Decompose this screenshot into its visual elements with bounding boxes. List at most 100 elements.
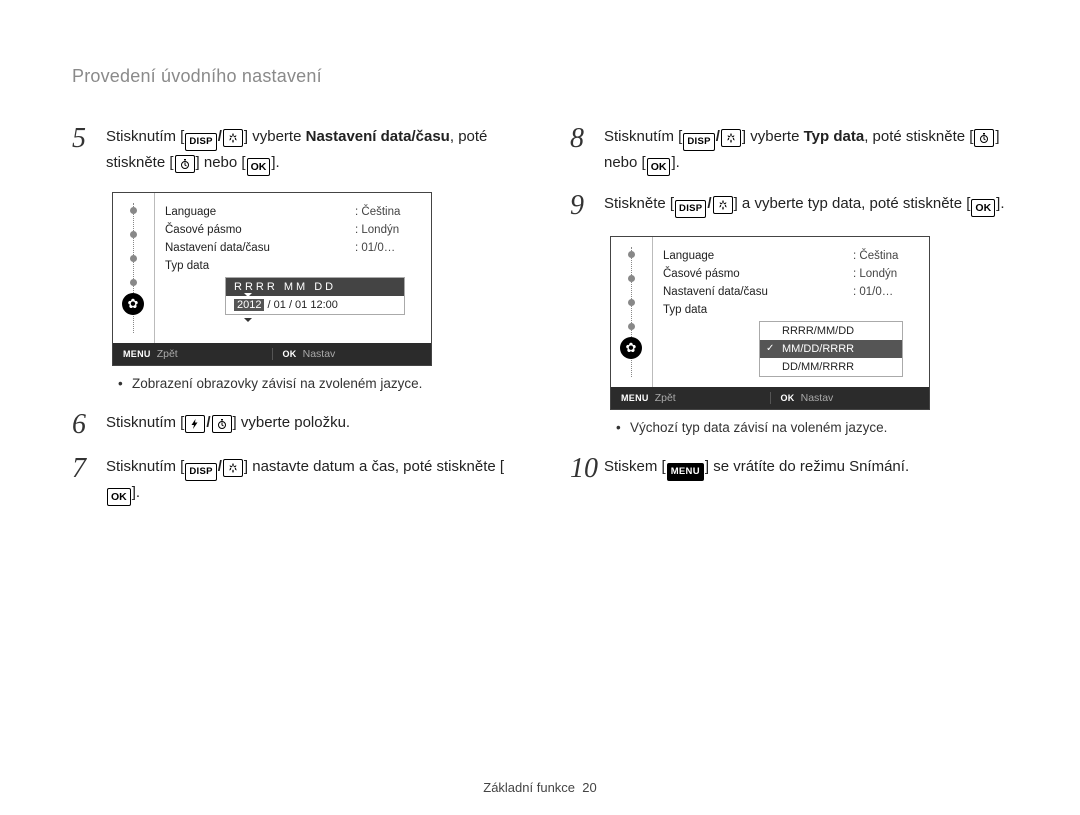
label: Nastavení data/času	[663, 286, 768, 298]
ok-key-icon: OK	[247, 158, 271, 176]
left-column: 5 Stisknutím [DISP/] vyberte Nastavení d…	[72, 125, 510, 522]
ok-key-icon: OK	[971, 199, 995, 217]
timer-key-icon	[974, 129, 994, 147]
step-8: 8 Stisknutím [DISP/ ] vyberte Typ data, p…	[570, 125, 1008, 176]
bold-text: Typ data	[804, 128, 865, 145]
step-5: 5 Stisknutím [DISP/ ] vyberte Nastavení d…	[72, 125, 510, 176]
gear-icon: ✿	[122, 293, 144, 315]
text: ] vyberte položku.	[233, 414, 351, 431]
flower-key-icon	[223, 129, 243, 147]
menu-row-datetime: Nastavení data/času : 01/0…	[165, 239, 421, 257]
ok-key-label: OK	[781, 393, 795, 403]
flower-key-icon	[721, 129, 741, 147]
step-body: Stisknutím [DISP/ ] vyberte Typ data, pot…	[604, 125, 1008, 176]
page-footer: Základní funkce 20	[0, 780, 1080, 795]
date-value-row: 2012 / 01 / 01 12:00	[226, 296, 404, 314]
value: : Čeština	[853, 250, 919, 262]
step-number: 7	[72, 455, 106, 506]
label: Nastavení data/času	[165, 242, 270, 254]
menu-key-label: MENU	[123, 349, 151, 359]
screen-footer: MENU Zpět OK Nastav	[113, 343, 431, 365]
text: Stiskněte [	[604, 195, 674, 212]
ok-key-icon: OK	[107, 488, 131, 506]
caret-down-icon	[244, 318, 252, 322]
screen-sidebar: ✿	[611, 237, 653, 387]
step-number: 5	[72, 125, 106, 176]
step-body: Stisknutím [DISP/] nastavte datum a čas,…	[106, 455, 510, 506]
menu-row-language: Language : Čeština	[165, 203, 421, 221]
text: ].	[996, 195, 1004, 212]
date-rest: / 01 / 01 12:00	[264, 299, 337, 311]
screen-footer: MENU Zpět OK Nastav	[611, 387, 929, 409]
label: Časové pásmo	[165, 224, 242, 236]
footer-back-label: Zpět	[655, 392, 676, 404]
value: : Londýn	[853, 268, 919, 280]
slash: /	[716, 128, 720, 145]
value: : 01/0…	[355, 242, 421, 254]
slash: /	[218, 128, 222, 145]
camera-screen-datetime: ✿ Language : Čeština Časové pásmo : Lond…	[112, 192, 432, 366]
step-body: Stisknutím [DISP/ ] vyberte Nastavení dat…	[106, 125, 510, 176]
label: Language	[165, 206, 216, 218]
text: ] nebo [	[196, 154, 246, 171]
step-6: 6 Stisknutím [/] vyberte položku.	[72, 411, 510, 439]
slash: /	[218, 458, 222, 475]
label: Časové pásmo	[663, 268, 740, 280]
text: RRRR MM DD	[234, 281, 336, 293]
type-option: RRRR/MM/DD	[760, 322, 902, 340]
text: ].	[671, 154, 679, 171]
step-body: Stisknutím [/] vyberte položku.	[106, 411, 510, 439]
footer-set-label: Nastav	[303, 348, 336, 360]
label: Language	[663, 250, 714, 262]
timer-key-icon	[212, 415, 232, 433]
step-body: Stiskněte [DISP/] a vyberte typ data, po…	[604, 192, 1008, 220]
text: Stiskem [	[604, 458, 666, 475]
menu-row-timezone: Časové pásmo : Londýn	[165, 221, 421, 239]
text: , poté stiskněte [	[864, 128, 973, 145]
footer-page-number: 20	[582, 780, 596, 795]
step-body: Stiskem [MENU] se vrátíte do režimu Sním…	[604, 455, 1008, 483]
text: Stisknutím [	[604, 128, 682, 145]
menu-row-timezone: Časové pásmo : Londýn	[663, 265, 919, 283]
step-number: 9	[570, 192, 604, 220]
slash: /	[707, 195, 711, 212]
text: ].	[132, 484, 140, 501]
value: : 01/0…	[853, 286, 919, 298]
date-format-header: RRRR MM DD	[226, 278, 404, 296]
value: : Londýn	[355, 224, 421, 236]
text: ] vyberte	[742, 128, 804, 145]
page-title: Provedení úvodního nastavení	[72, 66, 1008, 87]
step-number: 8	[570, 125, 604, 176]
disp-key-icon: DISP	[185, 463, 216, 481]
flower-key-icon	[223, 459, 243, 477]
step-10: 10 Stiskem [MENU] se vrátíte do režimu S…	[570, 455, 1008, 483]
date-editor: RRRR MM DD 2012 / 01 / 01 12:00	[225, 277, 405, 315]
value: : Čeština	[355, 206, 421, 218]
step-number: 10	[570, 455, 604, 483]
note-left: Zobrazení obrazovky závisí na zvoleném j…	[118, 376, 510, 391]
text: ] nastavte datum a čas, poté stiskněte [	[244, 458, 504, 475]
disp-key-icon: DISP	[675, 200, 706, 218]
text: Stisknutím [	[106, 128, 184, 145]
timer-key-icon	[175, 155, 195, 173]
label: Typ data	[165, 260, 209, 272]
menu-row-type: Typ data	[165, 257, 421, 275]
menu-row-datetime: Nastavení data/času : 01/0…	[663, 283, 919, 301]
bold-text: Nastavení data/času	[306, 128, 450, 145]
disp-key-icon: DISP	[185, 133, 216, 151]
menu-row-type: Typ data	[663, 301, 919, 319]
flash-key-icon	[185, 415, 205, 433]
text: ] se vrátíte do režimu Snímání.	[705, 458, 909, 475]
menu-key-label: MENU	[621, 393, 649, 403]
ok-key-label: OK	[283, 349, 297, 359]
type-option-selected: MM/DD/RRRR	[760, 340, 902, 358]
text: ] vyberte	[244, 128, 306, 145]
disp-key-icon: DISP	[683, 133, 714, 151]
gear-icon: ✿	[620, 337, 642, 359]
step-7: 7 Stisknutím [DISP/] nastavte datum a ča…	[72, 455, 510, 506]
camera-screen-date-type: ✿ Language : Čeština Časové pásmo : Lond…	[610, 236, 930, 410]
step-9: 9 Stiskněte [DISP/] a vyberte typ data, …	[570, 192, 1008, 220]
date-year-selected: 2012	[234, 299, 264, 311]
slash: /	[206, 414, 210, 431]
footer-set-label: Nastav	[801, 392, 834, 404]
